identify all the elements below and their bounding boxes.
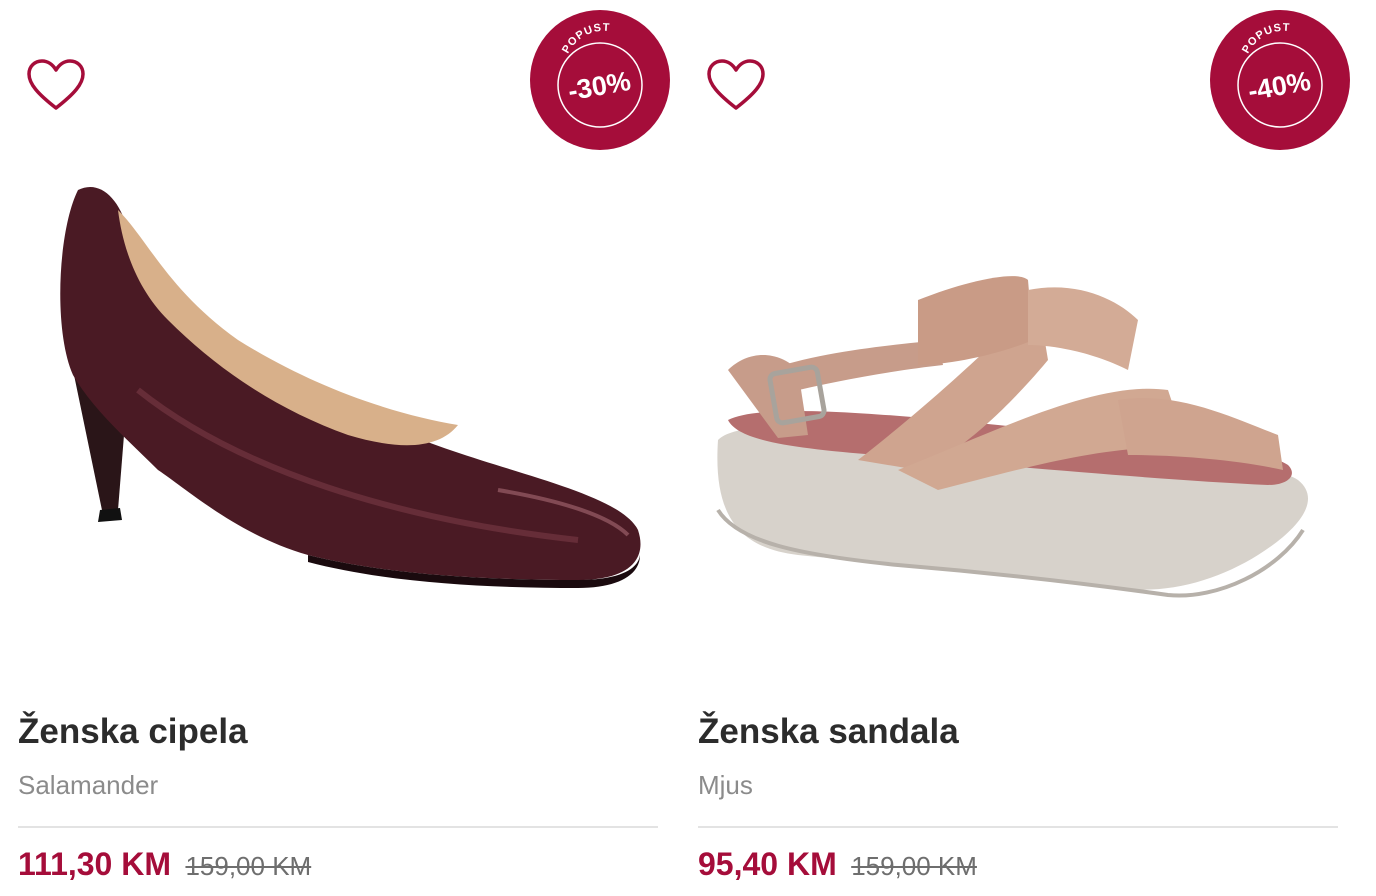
- product-brand: Mjus: [698, 770, 753, 800]
- product-grid: POPUST -30% Ženska cipela Salamander 111…: [0, 0, 1376, 896]
- product-image[interactable]: [18, 170, 658, 630]
- discount-badge: POPUST -30%: [530, 10, 670, 150]
- old-price: 159,00 KM: [185, 851, 312, 881]
- svg-text:POPUST: POPUST: [1240, 22, 1291, 56]
- divider: [698, 826, 1338, 828]
- svg-text:POPUST: POPUST: [560, 22, 611, 56]
- price-row: 111,30 KM 159,00 KM: [18, 846, 311, 883]
- product-card[interactable]: POPUST -30% Ženska cipela Salamander 111…: [18, 0, 670, 896]
- heart-outline-icon[interactable]: [26, 58, 86, 112]
- product-brand: Salamander: [18, 770, 159, 800]
- discount-value: -40%: [1246, 66, 1313, 106]
- heart-outline-icon[interactable]: [706, 58, 766, 112]
- product-name[interactable]: Ženska sandala: [698, 712, 959, 752]
- product-image[interactable]: [698, 170, 1338, 630]
- product-card[interactable]: POPUST -40% Ženska sandala Mjus 95,40 KM…: [698, 0, 1350, 896]
- badge-label: POPUST: [560, 22, 610, 56]
- current-price: 95,40 KM: [698, 846, 837, 882]
- divider: [18, 826, 658, 828]
- price-row: 95,40 KM 159,00 KM: [698, 846, 977, 883]
- current-price: 111,30 KM: [18, 846, 171, 882]
- old-price: 159,00 KM: [851, 851, 977, 881]
- discount-value: -30%: [566, 66, 633, 106]
- badge-label: POPUST: [1240, 22, 1290, 56]
- product-name[interactable]: Ženska cipela: [18, 712, 248, 752]
- discount-badge: POPUST -40%: [1210, 10, 1350, 150]
